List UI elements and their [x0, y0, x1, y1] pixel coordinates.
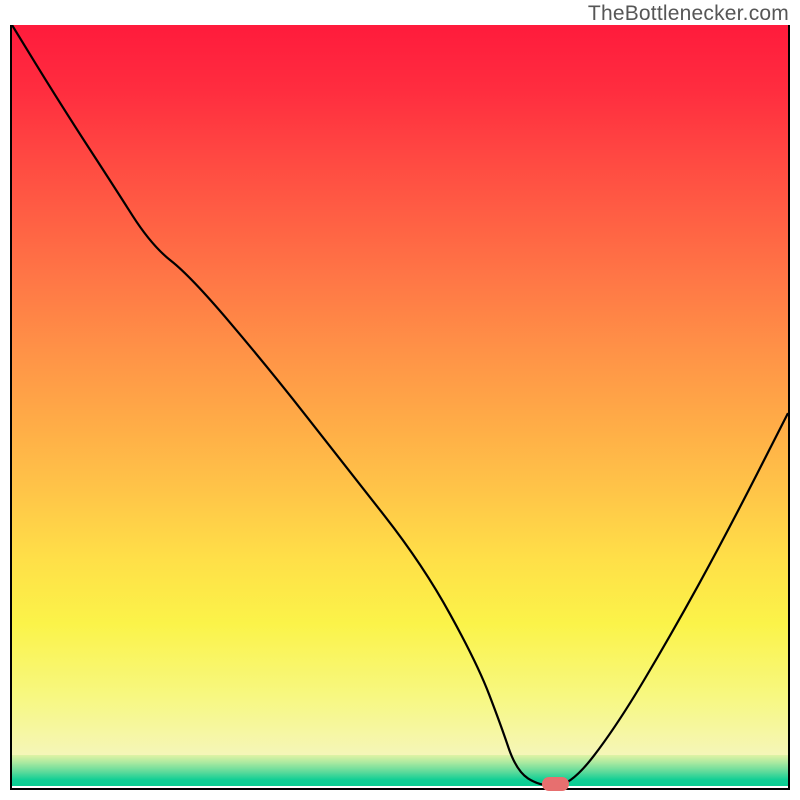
watermark-text: TheBottleneсker.com — [588, 2, 789, 26]
chart-frame — [10, 25, 790, 790]
bottleneck-curve-path — [12, 25, 788, 786]
optimal-marker — [542, 777, 569, 791]
chart-curve — [12, 25, 788, 786]
